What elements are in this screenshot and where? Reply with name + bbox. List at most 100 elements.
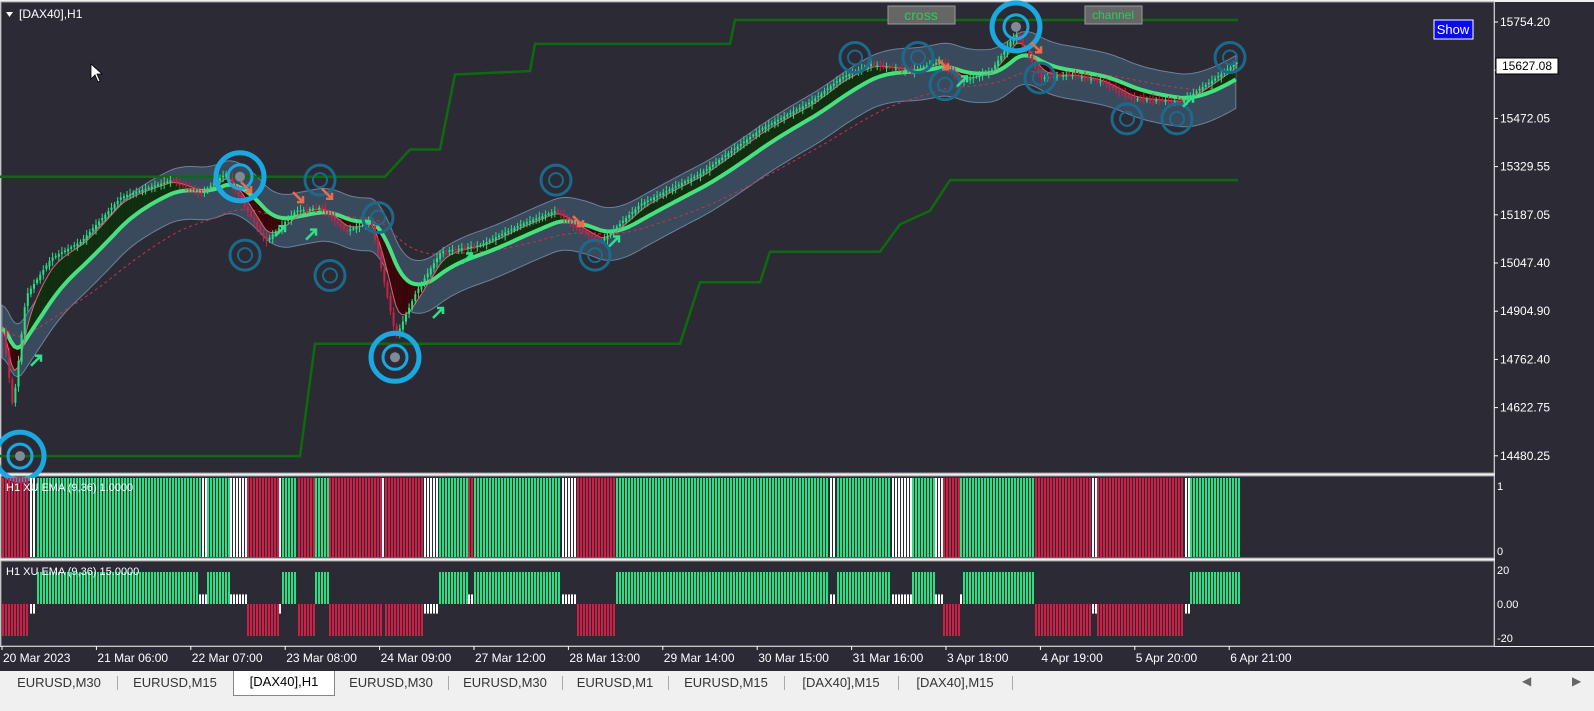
sub2-bar (347, 604, 349, 636)
sub1-bar (253, 478, 255, 557)
chart-tab[interactable]: [DAX40],M15 (785, 672, 897, 694)
chart-tab[interactable]: EURUSD,M15 (669, 672, 783, 694)
candle-body (206, 188, 209, 192)
candle-body (1180, 100, 1182, 103)
sub2-bar (1089, 604, 1091, 636)
candle-body (1043, 77, 1046, 80)
candle-body (491, 238, 494, 241)
candle-body (312, 208, 314, 210)
chart-tab[interactable]: EURUSD,M30 (335, 672, 447, 694)
chart-tab-active[interactable]: [DAX40],H1 (233, 671, 335, 696)
sub1-bar (757, 478, 759, 557)
main-chart-panel[interactable] (0, 1, 1495, 474)
candle-body (1158, 100, 1161, 102)
sub2-bar (1185, 604, 1187, 614)
chart-tab[interactable]: EURUSD,M15 (118, 672, 232, 694)
chart-tab[interactable]: EURUSD,M30 (449, 672, 561, 694)
channel-button[interactable]: channel (1084, 5, 1143, 25)
sub1-bar (571, 478, 573, 557)
candle-body (5, 328, 8, 354)
sub1-bar (864, 478, 866, 557)
sub2-bar (613, 604, 615, 636)
sub1-bar (1145, 478, 1147, 557)
indicator-panel-2[interactable] (0, 560, 1495, 647)
sub1-bar (849, 478, 851, 557)
sub2-bar (175, 572, 177, 604)
candle-body (842, 76, 845, 79)
sub2-bar (952, 604, 954, 636)
sub1-bar (1092, 478, 1094, 557)
sub2-bar (228, 572, 230, 604)
scroll-left-arrow-icon[interactable]: ◀ (1522, 674, 1531, 688)
sub1-bar (310, 478, 312, 557)
candle-body (315, 207, 318, 209)
sub1-bar (688, 478, 690, 557)
sub1-bar (927, 478, 929, 557)
candle-body (916, 68, 919, 71)
candle-body (1071, 74, 1074, 77)
sub2-bar (583, 604, 585, 636)
candle-body (1226, 69, 1229, 71)
sub2-bar (1178, 604, 1180, 636)
chart-tab[interactable]: [DAX40],M15 (899, 672, 1011, 694)
sub1-bar (368, 478, 370, 557)
candle-body (547, 213, 550, 216)
sub2-bar (341, 604, 343, 636)
sub2-bar (207, 572, 209, 604)
sub1-bar (175, 478, 177, 557)
current-price-tag: 15627.08 (1495, 57, 1559, 75)
chart-tabs-bar: EURUSD,M30 EURUSD,M15 [DAX40],H1 EURUSD,… (0, 671, 1594, 697)
candle-body (742, 141, 745, 144)
sub2-bar (694, 572, 696, 604)
indicator-panel-1[interactable] (0, 475, 1495, 559)
sub2-bar (534, 572, 536, 604)
sub1-bar (166, 478, 168, 557)
candle-body (299, 210, 302, 212)
candle-body (321, 207, 324, 210)
candle-body (144, 188, 147, 191)
signal-ring-dot (15, 451, 25, 462)
sub1-bar (216, 478, 218, 557)
show-button[interactable]: Show (1433, 19, 1474, 40)
ribbon-segment (405, 278, 409, 315)
sub1-bar (960, 478, 962, 557)
sub1-bar (781, 478, 783, 557)
sub2-bar (1023, 572, 1025, 604)
sub1-bar (540, 478, 542, 557)
sub1-bar (382, 478, 384, 557)
chart-canvas[interactable]: 15754.2015614.7415472.0515329.5515187.05… (0, 0, 1594, 671)
sub2-bar (239, 594, 241, 604)
sub1-bar (766, 478, 768, 557)
chart-tab[interactable]: EURUSD,M30 (2, 672, 116, 694)
sub2-bar (598, 604, 600, 636)
sub2-bar (1118, 604, 1120, 636)
candle-body (448, 250, 451, 252)
sub1-bar (901, 478, 903, 557)
sub2-bar (898, 594, 900, 604)
sub2-bar (790, 572, 792, 604)
candle-body (544, 214, 547, 217)
sub2-bar (912, 572, 914, 604)
candle-body (801, 106, 804, 109)
sub1-bar (595, 478, 597, 557)
sub1-bar (646, 478, 648, 557)
cross-button[interactable]: cross (887, 5, 956, 25)
sub2-bar (463, 572, 465, 604)
chart-tab[interactable]: EURUSD,M1 (563, 672, 667, 694)
sub1-bar (1130, 478, 1132, 557)
candle-body (615, 226, 618, 231)
sub1-bar (359, 478, 361, 557)
sub1-bar (187, 478, 189, 557)
candle-body (891, 66, 894, 69)
sub2-bar (202, 594, 204, 604)
sub1-bar (694, 478, 696, 557)
candle-body (591, 234, 593, 237)
sub1-bar (892, 478, 894, 557)
sub2-bar (519, 572, 521, 604)
sub1-bar (181, 478, 183, 557)
sub2-bar (1160, 604, 1162, 636)
candle-body (671, 187, 674, 191)
scroll-right-arrow-icon[interactable]: ▶ (1572, 674, 1581, 688)
sub1-bar (418, 478, 420, 557)
sub1-bar (504, 478, 506, 557)
